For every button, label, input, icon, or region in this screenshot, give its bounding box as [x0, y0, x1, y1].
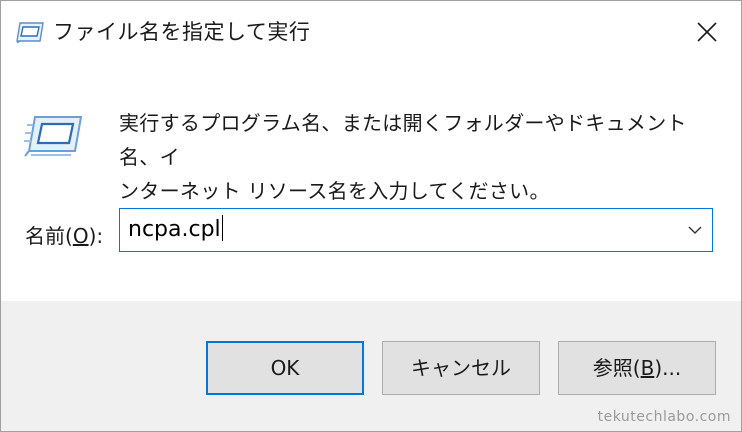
ok-button-label: OK — [270, 356, 300, 380]
run-dialog: ファイル名を指定して実行 実行するプログラム名、または開くフォルダーやドキュメン… — [0, 0, 742, 432]
open-label-suffix: ): — [88, 224, 104, 248]
text-caret — [221, 215, 223, 241]
run-icon — [24, 116, 83, 157]
dialog-content: 実行するプログラム名、または開くフォルダーやドキュメント名、イ ンターネット リ… — [1, 63, 741, 301]
browse-label-suffix: )... — [654, 356, 682, 380]
chevron-down-icon[interactable] — [686, 222, 704, 238]
cancel-button[interactable]: キャンセル — [382, 341, 540, 395]
open-input-value: ncpa.cpl — [128, 217, 221, 242]
watermark: tekutechlabo.com — [597, 409, 731, 425]
browse-label-prefix: 参照( — [592, 356, 641, 380]
close-icon — [697, 22, 717, 42]
instruction-line-2: ンターネット リソース名を入力してください。 — [119, 179, 550, 203]
browse-label-accesskey: B — [640, 356, 655, 380]
open-label-accesskey: O — [72, 224, 89, 248]
open-input[interactable]: ncpa.cpl — [128, 209, 223, 251]
button-bar: OK キャンセル 参照(B)... tekutechlabo.com — [1, 301, 741, 431]
open-label: 名前(O): — [25, 220, 103, 249]
ok-button[interactable]: OK — [206, 341, 364, 395]
title-bar[interactable]: ファイル名を指定して実行 — [1, 1, 741, 63]
browse-button[interactable]: 参照(B)... — [558, 341, 716, 395]
open-label-prefix: 名前( — [25, 224, 73, 248]
run-icon — [16, 22, 44, 44]
instruction-line-1: 実行するプログラム名、または開くフォルダーやドキュメント名、イ — [119, 111, 687, 169]
instruction-text: 実行するプログラム名、または開くフォルダーやドキュメント名、イ ンターネット リ… — [119, 106, 719, 208]
open-combobox[interactable]: ncpa.cpl — [119, 208, 713, 252]
window-title: ファイル名を指定して実行 — [53, 20, 311, 44]
close-button[interactable] — [673, 1, 741, 63]
cancel-button-label: キャンセル — [411, 356, 511, 380]
